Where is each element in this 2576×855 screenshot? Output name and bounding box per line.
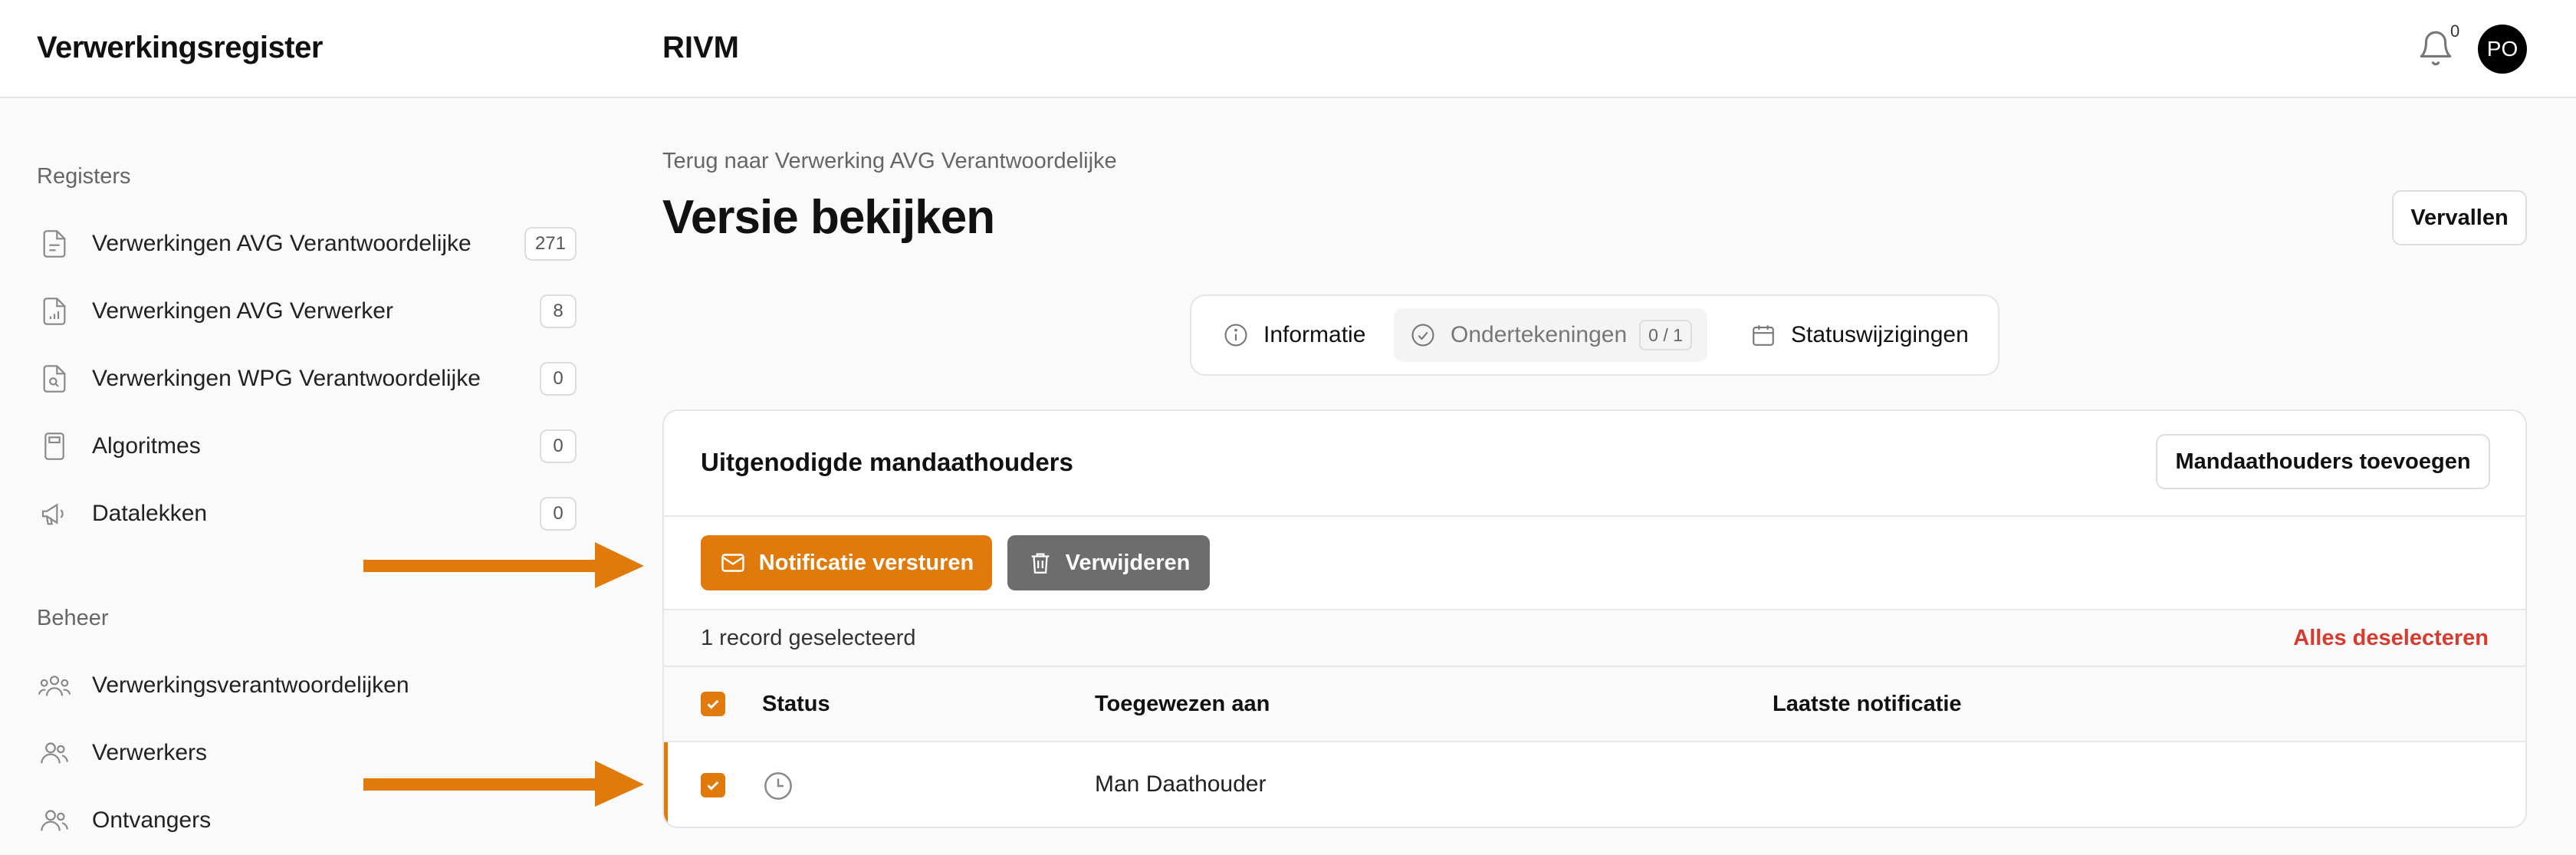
column-header-assigned-to[interactable]: Toegewezen aan xyxy=(1095,692,1270,717)
page-title: Versie bekijken xyxy=(662,191,995,244)
sidebar-item-verwerkingen-avg-verwerker[interactable]: Verwerkingen AVG Verwerker 8 xyxy=(37,287,577,336)
sidebar-section-registers: Registers xyxy=(37,164,131,189)
count-badge: 0 xyxy=(540,429,577,463)
divider xyxy=(664,515,2525,517)
info-icon xyxy=(1222,321,1250,349)
calendar-icon xyxy=(1750,321,1777,349)
card-title: Uitgenodigde mandaathouders xyxy=(701,448,1073,476)
calculator-icon xyxy=(37,429,72,464)
signature-count-badge: 0 / 1 xyxy=(1639,320,1692,350)
sidebar-item-verwerkingen-avg-verantwoordelijke[interactable]: Verwerkingen AVG Verantwoordelijke 271 xyxy=(37,219,577,268)
selected-row-indicator xyxy=(664,742,668,827)
tab-ondertekeningen[interactable]: Ondertekeningen 0 / 1 xyxy=(1394,308,1707,362)
sidebar-item-label: Verwerkingen AVG Verantwoordelijke xyxy=(92,231,472,256)
send-notification-label: Notificatie versturen xyxy=(758,550,974,575)
users-icon xyxy=(37,803,72,838)
check-circle-icon xyxy=(1409,321,1437,349)
trash-icon xyxy=(1031,553,1049,574)
sidebar-item-label: Verwerkingen WPG Verantwoordelijke xyxy=(92,366,481,391)
count-badge: 271 xyxy=(524,227,577,261)
expire-button[interactable]: Vervallen xyxy=(2392,190,2527,245)
tab-label: Statuswijzigingen xyxy=(1791,322,1969,347)
document-search-icon xyxy=(37,361,72,396)
count-badge: 0 xyxy=(540,497,577,531)
organization-name: RIVM xyxy=(662,31,739,64)
document-chart-icon xyxy=(37,294,72,329)
assigned-to-cell: Man Daathouder xyxy=(1095,771,1267,797)
send-notification-button[interactable]: Notificatie versturen xyxy=(701,535,992,590)
selection-count-text: 1 record geselecteerd xyxy=(701,626,916,650)
checkmark-icon xyxy=(707,699,719,709)
table-header: Status Toegewezen aan Laatste notificati… xyxy=(664,667,2525,742)
count-badge: 0 xyxy=(540,362,577,396)
count-badge: 8 xyxy=(540,294,577,328)
checkmark-icon xyxy=(707,781,719,791)
table-row[interactable]: Man Daathouder xyxy=(664,742,2525,827)
sidebar-item-datalekken[interactable]: Datalekken 0 xyxy=(37,489,577,538)
annotation-arrow xyxy=(363,761,644,807)
sidebar-item-algoritmes[interactable]: Algoritmes 0 xyxy=(37,422,577,471)
delete-button[interactable]: Verwijderen xyxy=(1007,535,1210,590)
tab-bar: Informatie Ondertekeningen 0 / 1 Statusw… xyxy=(1190,294,1999,376)
selection-bar: 1 record geselecteerd Alles deselecteren xyxy=(664,610,2525,667)
sidebar-section-beheer: Beheer xyxy=(37,606,109,630)
add-mandate-holders-button[interactable]: Mandaathouders toevoegen xyxy=(2156,434,2490,489)
notification-count: 0 xyxy=(2450,21,2460,41)
mandate-holders-card: Uitgenodigde mandaathouders Mandaathoude… xyxy=(662,409,2527,828)
tab-informatie[interactable]: Informatie xyxy=(1207,308,1381,362)
sidebar-item-verwerkingen-wpg-verantwoordelijke[interactable]: Verwerkingen WPG Verantwoordelijke 0 xyxy=(37,354,577,403)
bell-icon[interactable] xyxy=(2417,29,2455,67)
user-avatar[interactable]: PO xyxy=(2478,25,2527,74)
sidebar-item-label: Ontvangers xyxy=(92,807,212,833)
mail-icon xyxy=(721,554,744,572)
deselect-all-link[interactable]: Alles deselecteren xyxy=(2293,626,2489,651)
sidebar-item-verwerkingsverantwoordelijken[interactable]: Verwerkingsverantwoordelijken xyxy=(37,661,577,710)
document-icon xyxy=(37,226,72,261)
breadcrumb-back-link[interactable]: Terug naar Verwerking AVG Verantwoordeli… xyxy=(662,149,1117,174)
tab-statuswijzigingen[interactable]: Statuswijzigingen xyxy=(1734,308,1984,362)
select-all-checkbox[interactable] xyxy=(701,692,725,716)
sidebar-item-label: Datalekken xyxy=(92,501,208,526)
sidebar: Registers Verwerkingen AVG Verantwoordel… xyxy=(0,100,598,855)
group-icon xyxy=(37,668,72,703)
tab-label: Informatie xyxy=(1263,322,1366,347)
column-header-last-notification[interactable]: Laatste notificatie xyxy=(1773,692,1962,717)
column-header-status[interactable]: Status xyxy=(762,692,830,717)
megaphone-icon xyxy=(37,496,72,531)
clock-icon xyxy=(762,770,794,806)
top-bar: Verwerkingsregister RIVM 0 PO xyxy=(0,0,2576,98)
sidebar-item-label: Algoritmes xyxy=(92,433,201,459)
app-title[interactable]: Verwerkingsregister xyxy=(37,31,323,65)
sidebar-item-label: Verwerkingen AVG Verwerker xyxy=(92,298,393,324)
users-icon xyxy=(37,735,72,771)
tab-label: Ondertekeningen xyxy=(1451,322,1628,347)
annotation-arrow xyxy=(363,542,644,588)
delete-label: Verwijderen xyxy=(1065,550,1191,575)
row-checkbox[interactable] xyxy=(701,773,725,797)
sidebar-item-label: Verwerkingsverantwoordelijken xyxy=(92,672,409,698)
